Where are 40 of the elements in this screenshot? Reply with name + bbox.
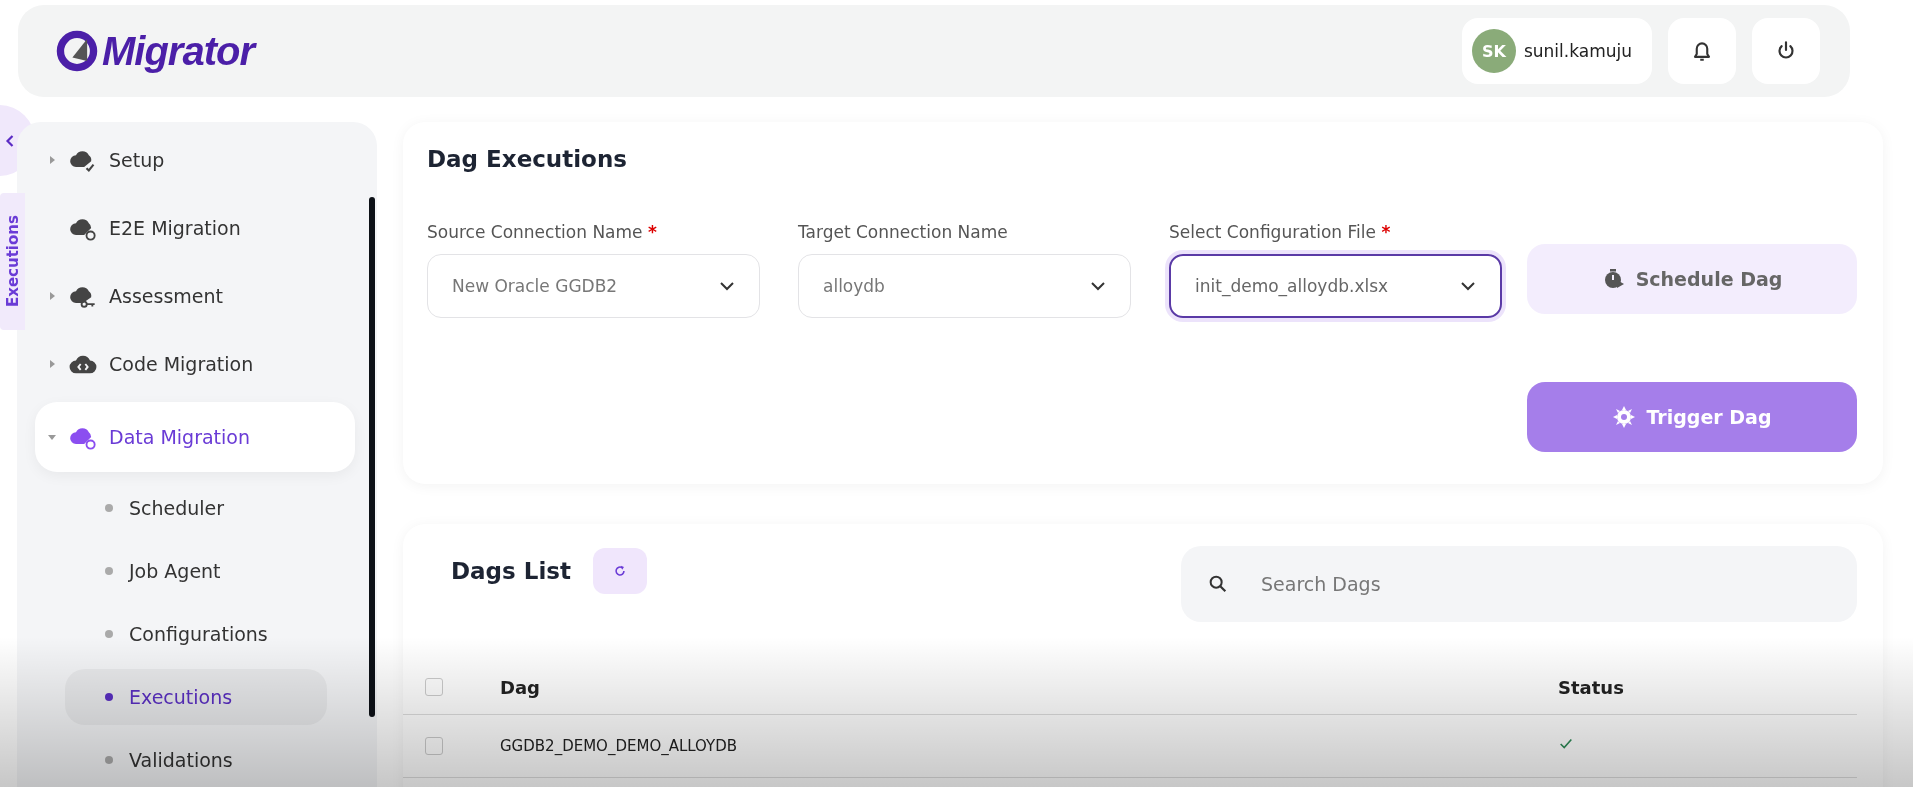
table-cell-text: GGDB2_DEMO_DEMO_ALLOYDB <box>500 737 739 755</box>
field-label: Source Connection Name * <box>427 222 658 242</box>
section-title: Dags List <box>451 558 571 584</box>
section-title: Dag Executions <box>427 146 628 172</box>
logout-button[interactable] <box>1752 18 1820 84</box>
refresh-icon <box>613 564 627 578</box>
nav-item[interactable]: Code Migration <box>35 334 355 394</box>
column-header: Dag <box>500 676 541 698</box>
refresh-button[interactable] <box>593 548 647 594</box>
search-field[interactable]: Search Dags <box>1181 546 1857 622</box>
logo-icon <box>54 28 100 74</box>
search-icon <box>1207 573 1229 595</box>
field-label: Select Configuration File * <box>1169 222 1392 242</box>
chevron-down-icon <box>1460 281 1476 291</box>
sub-nav-item[interactable]: Configurations <box>65 606 327 662</box>
chevron-left-icon <box>5 133 15 148</box>
sub-nav-item[interactable]: Job Agent <box>65 543 327 599</box>
chevron-down-icon <box>1090 281 1106 291</box>
sub-nav-item[interactable]: Validations <box>65 732 327 787</box>
search-input[interactable]: Search Dags <box>1259 563 1763 605</box>
chevron-down-icon <box>719 281 735 291</box>
side-tab[interactable]: Executions <box>0 193 25 330</box>
select-all-checkbox[interactable] <box>425 678 443 696</box>
nav-item[interactable]: E2E Migration <box>35 198 355 258</box>
dropdown-field[interactable]: alloydb <box>798 254 1131 318</box>
nav-item[interactable]: Setup <box>35 130 355 190</box>
gear-icon <box>1612 405 1637 429</box>
row-checkbox[interactable] <box>425 737 443 755</box>
column-header: Status <box>1558 676 1624 698</box>
user-menu[interactable]: SK sunil.kamuju <box>1461 18 1652 84</box>
nav-item[interactable]: Assessment <box>35 266 355 326</box>
sub-nav-item[interactable]: Executions <box>65 669 327 725</box>
dropdown-field[interactable]: New Oracle GGDB2 <box>427 254 760 318</box>
user-avatar: SK <box>1471 29 1516 73</box>
notifications-button[interactable] <box>1668 18 1736 84</box>
user-name: sunil.kamuju <box>1523 41 1632 61</box>
nav-item[interactable]: Data Migration <box>35 402 355 472</box>
sub-nav-item[interactable]: Scheduler <box>65 480 327 536</box>
scrollbar-thumb[interactable] <box>369 197 375 717</box>
field-label: Target Connection Name <box>798 222 1009 242</box>
